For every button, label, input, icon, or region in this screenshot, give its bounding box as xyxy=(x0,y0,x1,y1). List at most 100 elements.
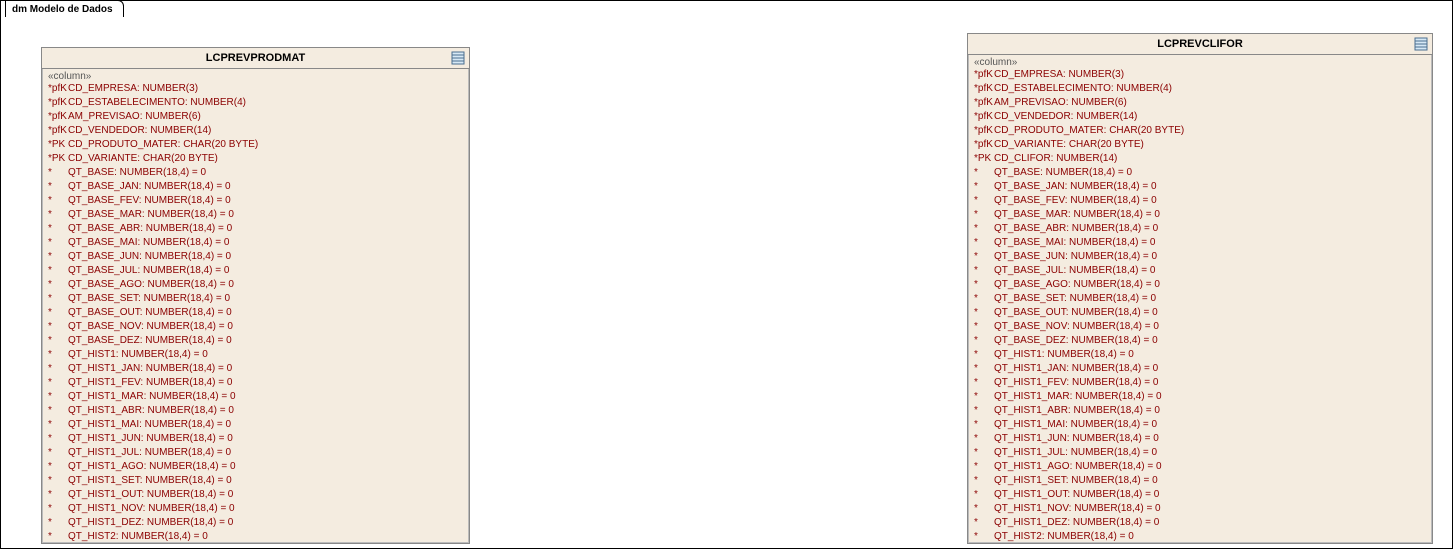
column-row: *QT_BASE_SET: NUMBER(18,4) = 0 xyxy=(974,292,1426,306)
column-marker: * xyxy=(48,516,68,530)
column-text: QT_HIST1_JUN: NUMBER(18,4) = 0 xyxy=(994,432,1159,446)
entity-header: LCPREVPRODMAT xyxy=(42,48,469,69)
column-row: *QT_BASE_ABR: NUMBER(18,4) = 0 xyxy=(974,222,1426,236)
table-icon xyxy=(1414,37,1428,51)
column-row: *pfKCD_PRODUTO_MATER: CHAR(20 BYTE) xyxy=(974,124,1426,138)
section-label: «column» xyxy=(42,69,469,82)
column-text: AM_PREVISAO: NUMBER(6) xyxy=(68,110,201,124)
column-marker: *PK xyxy=(48,138,68,152)
column-text: AM_PREVISAO: NUMBER(6) xyxy=(994,96,1127,110)
column-row: *QT_BASE_OUT: NUMBER(18,4) = 0 xyxy=(974,306,1426,320)
column-marker: * xyxy=(48,474,68,488)
column-text: QT_BASE_AGO: NUMBER(18,4) = 0 xyxy=(994,278,1160,292)
column-text: QT_BASE: NUMBER(18,4) = 0 xyxy=(68,166,206,180)
column-row: *PKCD_PRODUTO_MATER: CHAR(20 BYTE) xyxy=(48,138,463,152)
column-text: QT_BASE_FEV: NUMBER(18,4) = 0 xyxy=(994,194,1157,208)
column-text: QT_BASE_AGO: NUMBER(18,4) = 0 xyxy=(68,278,234,292)
diagram-canvas[interactable]: dm Modelo de Dados LCPREVPRODMAT «column… xyxy=(0,0,1453,549)
column-text: QT_BASE_DEZ: NUMBER(18,4) = 0 xyxy=(994,334,1158,348)
column-text: QT_HIST1_MAR: NUMBER(18,4) = 0 xyxy=(68,390,236,404)
column-marker: * xyxy=(48,502,68,516)
column-row: *QT_BASE_JUN: NUMBER(18,4) = 0 xyxy=(48,250,463,264)
column-text: QT_HIST1_SET: NUMBER(18,4) = 0 xyxy=(68,474,232,488)
column-text: QT_HIST1_OUT: NUMBER(18,4) = 0 xyxy=(994,488,1159,502)
column-row: *pfKCD_VENDEDOR: NUMBER(14) xyxy=(974,110,1426,124)
column-text: QT_HIST1_JAN: NUMBER(18,4) = 0 xyxy=(68,362,232,376)
column-row: *QT_HIST1_OUT: NUMBER(18,4) = 0 xyxy=(48,488,463,502)
column-marker: * xyxy=(974,180,994,194)
column-text: QT_HIST1_ABR: NUMBER(18,4) = 0 xyxy=(994,404,1160,418)
column-row: *PKCD_VARIANTE: CHAR(20 BYTE) xyxy=(48,152,463,166)
column-row: *QT_BASE_FEV: NUMBER(18,4) = 0 xyxy=(48,194,463,208)
column-text: QT_BASE_MAI: NUMBER(18,4) = 0 xyxy=(994,236,1155,250)
column-marker: *pfK xyxy=(974,68,994,82)
column-marker: * xyxy=(48,278,68,292)
column-row: *QT_HIST1_AGO: NUMBER(18,4) = 0 xyxy=(974,460,1426,474)
column-marker: * xyxy=(48,236,68,250)
column-marker: * xyxy=(48,264,68,278)
column-marker: * xyxy=(974,432,994,446)
column-text: QT_HIST1_MAI: NUMBER(18,4) = 0 xyxy=(68,418,231,432)
column-text: QT_BASE_FEV: NUMBER(18,4) = 0 xyxy=(68,194,231,208)
column-marker: * xyxy=(48,348,68,362)
column-row: *QT_HIST1_DEZ: NUMBER(18,4) = 0 xyxy=(974,516,1426,530)
column-text: QT_HIST1_AGO: NUMBER(18,4) = 0 xyxy=(994,460,1162,474)
column-marker: * xyxy=(974,474,994,488)
column-row: *pfKCD_VARIANTE: CHAR(20 BYTE) xyxy=(974,138,1426,152)
column-row: *pfKCD_ESTABELECIMENTO: NUMBER(4) xyxy=(48,96,463,110)
entity-title: LCPREVCLIFOR xyxy=(1157,38,1243,50)
column-text: QT_HIST1_JUL: NUMBER(18,4) = 0 xyxy=(68,446,231,460)
entity-lcprevprodmat[interactable]: LCPREVPRODMAT «column» *pfKCD_EMPRESA: N… xyxy=(41,47,470,544)
column-text: CD_VARIANTE: CHAR(20 BYTE) xyxy=(68,152,218,166)
column-row: *pfKCD_VENDEDOR: NUMBER(14) xyxy=(48,124,463,138)
column-text: CD_ESTABELECIMENTO: NUMBER(4) xyxy=(994,82,1172,96)
column-marker: * xyxy=(974,376,994,390)
column-row: *QT_HIST1_SET: NUMBER(18,4) = 0 xyxy=(48,474,463,488)
column-text: CD_EMPRESA: NUMBER(3) xyxy=(994,68,1124,82)
column-text: QT_BASE_DEZ: NUMBER(18,4) = 0 xyxy=(68,334,232,348)
column-marker: * xyxy=(974,320,994,334)
column-list-left: *pfKCD_EMPRESA: NUMBER(3)*pfKCD_ESTABELE… xyxy=(42,82,469,544)
column-text: QT_HIST1_MAR: NUMBER(18,4) = 0 xyxy=(994,390,1162,404)
column-text: CD_VARIANTE: CHAR(20 BYTE) xyxy=(994,138,1144,152)
column-marker: *pfK xyxy=(48,124,68,138)
column-text: QT_HIST1_SET: NUMBER(18,4) = 0 xyxy=(994,474,1158,488)
column-row: *QT_BASE_JUL: NUMBER(18,4) = 0 xyxy=(974,264,1426,278)
column-row: *QT_HIST1_MAI: NUMBER(18,4) = 0 xyxy=(48,418,463,432)
column-text: QT_BASE_MAR: NUMBER(18,4) = 0 xyxy=(994,208,1160,222)
column-marker: * xyxy=(48,334,68,348)
column-row: *QT_BASE_JUL: NUMBER(18,4) = 0 xyxy=(48,264,463,278)
column-text: QT_HIST1_NOV: NUMBER(18,4) = 0 xyxy=(994,502,1161,516)
column-text: CD_ESTABELECIMENTO: NUMBER(4) xyxy=(68,96,246,110)
column-row: *QT_HIST2: NUMBER(18,4) = 0 xyxy=(48,530,463,544)
column-marker: * xyxy=(48,432,68,446)
column-marker: * xyxy=(48,460,68,474)
column-row: *QT_HIST1_ABR: NUMBER(18,4) = 0 xyxy=(48,404,463,418)
column-row: *QT_BASE_DEZ: NUMBER(18,4) = 0 xyxy=(974,334,1426,348)
column-marker: * xyxy=(974,250,994,264)
column-row: *QT_HIST1_ABR: NUMBER(18,4) = 0 xyxy=(974,404,1426,418)
column-marker: * xyxy=(974,194,994,208)
column-marker: * xyxy=(974,306,994,320)
section-label: «column» xyxy=(968,55,1432,68)
column-row: *QT_HIST1_JAN: NUMBER(18,4) = 0 xyxy=(974,362,1426,376)
column-marker: * xyxy=(48,446,68,460)
column-row: *QT_HIST1_OUT: NUMBER(18,4) = 0 xyxy=(974,488,1426,502)
column-marker: * xyxy=(48,362,68,376)
column-marker: * xyxy=(48,404,68,418)
column-row: *QT_HIST1_JUN: NUMBER(18,4) = 0 xyxy=(974,432,1426,446)
column-row: *QT_BASE_ABR: NUMBER(18,4) = 0 xyxy=(48,222,463,236)
column-marker: * xyxy=(48,530,68,544)
column-marker: *pfK xyxy=(48,110,68,124)
column-marker: *pfK xyxy=(974,96,994,110)
column-text: CD_EMPRESA: NUMBER(3) xyxy=(68,82,198,96)
column-row: *QT_HIST1_NOV: NUMBER(18,4) = 0 xyxy=(974,502,1426,516)
column-marker: * xyxy=(974,208,994,222)
column-row: *QT_BASE_JAN: NUMBER(18,4) = 0 xyxy=(974,180,1426,194)
column-row: *pfKCD_ESTABELECIMENTO: NUMBER(4) xyxy=(974,82,1426,96)
column-row: *QT_BASE_MAI: NUMBER(18,4) = 0 xyxy=(974,236,1426,250)
column-text: QT_HIST1: NUMBER(18,4) = 0 xyxy=(68,348,208,362)
entity-lcprevclifor[interactable]: LCPREVCLIFOR «column» *pfKCD_EMPRESA: NU… xyxy=(967,33,1433,544)
column-text: QT_BASE_JUL: NUMBER(18,4) = 0 xyxy=(994,264,1155,278)
column-marker: * xyxy=(48,320,68,334)
